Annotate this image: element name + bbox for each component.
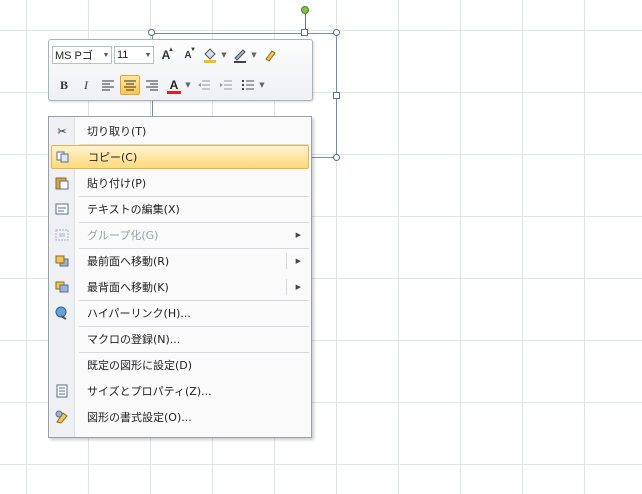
chevron-down-icon: ▼ xyxy=(102,51,110,59)
increase-indent-button[interactable] xyxy=(216,75,236,95)
font-name-select[interactable]: MS Pゴ ▼ xyxy=(52,46,112,64)
shrink-font-button[interactable]: A ▼ xyxy=(178,45,198,65)
chevron-down-icon: ▼ xyxy=(144,51,152,59)
menu-item-size-properties[interactable]: サイズとプロパティ(Z)... xyxy=(51,379,309,403)
submenu-arrow-icon[interactable]: ▶ xyxy=(296,283,301,291)
align-right-button[interactable] xyxy=(142,75,162,95)
resize-handle-top[interactable] xyxy=(301,29,308,36)
menu-item-label: コピー(C) xyxy=(88,151,138,164)
menu-item-copy[interactable]: コピー(C) xyxy=(51,145,309,169)
send-to-back-icon xyxy=(51,278,73,296)
chevron-down-icon[interactable]: ▼ xyxy=(258,81,266,89)
size-properties-icon xyxy=(51,382,73,400)
menu-item-label: ハイパーリンク(H)... xyxy=(87,307,191,320)
font-color-bar xyxy=(167,91,181,94)
pen-line-icon xyxy=(234,49,246,63)
copy-icon xyxy=(52,148,74,166)
mini-toolbar: MS Pゴ ▼ 11 ▼ A ▲ A ▼ ▼ ▼ B I A ▼ ▼ xyxy=(48,39,313,101)
resize-handle-bottom-right[interactable] xyxy=(333,154,340,161)
fill-color-button[interactable] xyxy=(200,45,220,65)
bullet-list-icon xyxy=(242,80,254,90)
menu-item-group[interactable]: グループ化(G) ▶ xyxy=(51,223,309,247)
font-size-value: 11 xyxy=(117,49,129,61)
menu-item-bring-to-front[interactable]: 最前面へ移動(R) ▶ xyxy=(51,249,309,273)
chevron-down-icon[interactable]: ▼ xyxy=(220,51,228,59)
resize-handle-right[interactable] xyxy=(333,92,340,99)
font-size-select[interactable]: 11 ▼ xyxy=(114,46,154,64)
paint-bucket-icon xyxy=(204,48,216,63)
menu-item-cut[interactable]: ✂ 切り取り(T) xyxy=(51,119,309,143)
format-shape-icon xyxy=(51,408,73,426)
menu-item-label: マクロの登録(N)... xyxy=(87,333,181,346)
menu-item-label: 最背面へ移動(K) xyxy=(87,281,169,294)
scissors-icon: ✂ xyxy=(57,124,67,138)
menu-item-assign-macro[interactable]: マクロの登録(N)... xyxy=(51,327,309,351)
align-center-button[interactable] xyxy=(120,75,140,95)
menu-item-hyperlink[interactable]: ハイパーリンク(H)... xyxy=(51,301,309,325)
menu-item-send-to-back[interactable]: 最背面へ移動(K) ▶ xyxy=(51,275,309,299)
decrease-indent-button[interactable] xyxy=(194,75,214,95)
align-center-icon xyxy=(124,80,136,91)
mini-toolbar-row-2: B I A ▼ ▼ xyxy=(52,73,309,97)
menu-item-label: 図形の書式設定(O)... xyxy=(87,411,192,424)
align-left-icon xyxy=(102,80,114,91)
menu-item-label: 最前面へ移動(R) xyxy=(87,255,170,268)
submenu-arrow-icon[interactable]: ▶ xyxy=(296,257,301,265)
decrease-indent-icon xyxy=(198,80,210,90)
menu-item-label: サイズとプロパティ(Z)... xyxy=(87,385,212,398)
group-icon xyxy=(51,226,73,244)
grow-font-button[interactable]: A ▲ xyxy=(156,45,176,65)
font-color-button[interactable]: A xyxy=(164,75,184,95)
menu-item-label: テキストの編集(X) xyxy=(87,203,180,216)
menu-item-label: グループ化(G) xyxy=(87,229,159,242)
menu-item-label: 貼り付け(P) xyxy=(87,177,147,190)
mini-toolbar-row-1: MS Pゴ ▼ 11 ▼ A ▲ A ▼ ▼ ▼ xyxy=(52,43,309,67)
submenu-arrow-icon: ▶ xyxy=(295,231,301,239)
chevron-down-icon[interactable]: ▼ xyxy=(250,51,258,59)
hyperlink-icon xyxy=(51,304,73,322)
resize-handle-top-right[interactable] xyxy=(333,29,340,36)
rotation-handle[interactable] xyxy=(301,6,309,14)
menu-item-label: 既定の図形に設定(D) xyxy=(87,359,193,372)
menu-item-set-default-shape[interactable]: 既定の図形に設定(D) xyxy=(51,353,309,377)
bold-button[interactable]: B xyxy=(54,75,74,95)
menu-item-paste[interactable]: 貼り付け(P) xyxy=(51,171,309,195)
split-separator xyxy=(286,253,287,269)
context-menu: ✂ 切り取り(T) コピー(C) 貼り付け(P) テキストの編集(X) グループ… xyxy=(48,116,312,438)
line-color-button[interactable] xyxy=(230,45,250,65)
bullets-button[interactable] xyxy=(238,75,258,95)
increase-indent-icon xyxy=(220,80,232,90)
align-left-button[interactable] xyxy=(98,75,118,95)
edit-text-icon xyxy=(51,200,73,218)
chevron-down-icon[interactable]: ▼ xyxy=(184,81,192,89)
menu-item-format-shape[interactable]: 図形の書式設定(O)... xyxy=(51,405,309,429)
align-right-icon xyxy=(146,80,158,91)
paste-icon xyxy=(51,174,73,192)
font-color-icon: A xyxy=(169,78,179,92)
resize-handle-top-left[interactable] xyxy=(148,29,155,36)
format-painter-icon xyxy=(265,50,276,62)
split-separator xyxy=(286,279,287,295)
italic-button[interactable]: I xyxy=(76,75,96,95)
menu-item-label: 切り取り(T) xyxy=(87,125,147,138)
format-painter-button[interactable] xyxy=(260,45,280,65)
bring-to-front-icon xyxy=(51,252,73,270)
font-name-value: MS Pゴ xyxy=(55,50,93,62)
menu-item-edit-text[interactable]: テキストの編集(X) xyxy=(51,197,309,221)
